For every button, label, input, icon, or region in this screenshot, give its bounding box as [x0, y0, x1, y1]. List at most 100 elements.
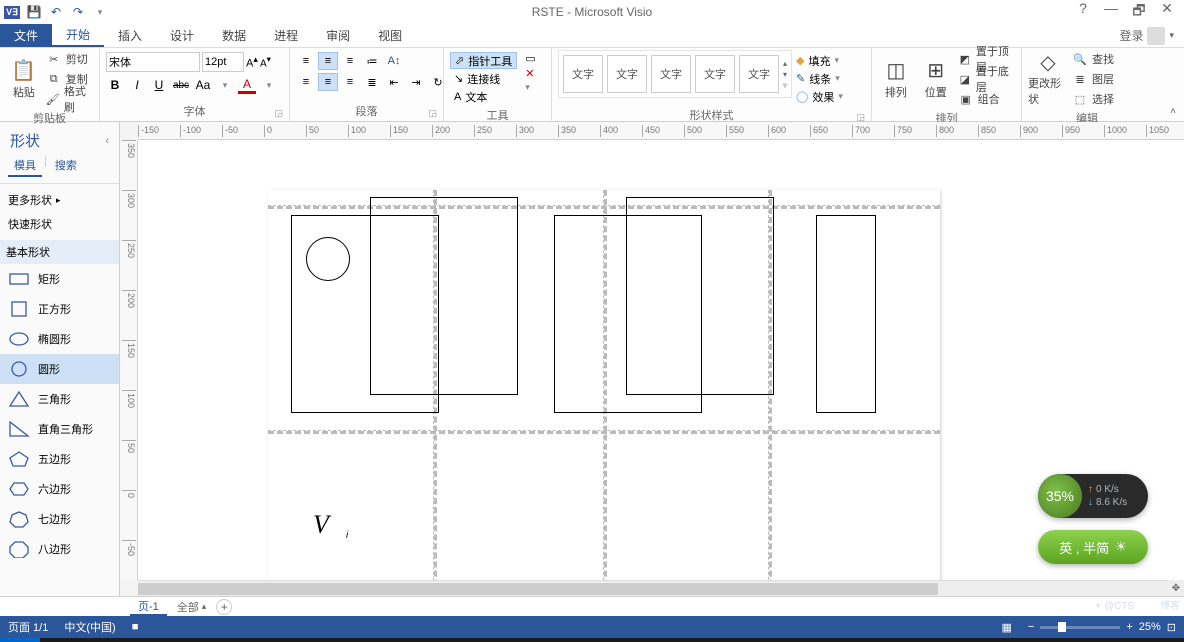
shrink-font-button[interactable]: A▾: [260, 54, 271, 69]
align-left-button[interactable]: ≡: [296, 73, 316, 91]
login-link[interactable]: 登录 ▾: [1109, 24, 1184, 47]
qat-undo-icon[interactable]: ↶: [48, 4, 64, 20]
horizontal-scrollbar[interactable]: ◂ ▸: [138, 580, 1184, 596]
strike-button[interactable]: abc: [172, 76, 190, 94]
layers-button[interactable]: ≣图层: [1072, 70, 1114, 88]
tab-review[interactable]: 审阅: [312, 24, 364, 47]
rect-shape[interactable]: [370, 197, 518, 395]
qat-more-icon[interactable]: ▾: [92, 4, 108, 20]
collapse-panel-icon[interactable]: ‹: [105, 135, 109, 147]
pointer-tool-button[interactable]: ⬀指针工具: [450, 52, 517, 69]
network-widget[interactable]: 35% ↑0 K/s ↓8.6 K/s: [1038, 474, 1148, 518]
shape-style-gallery[interactable]: 文字 文字 文字 文字 文字 ▴ ▾ ▿: [558, 50, 792, 98]
style-item[interactable]: 文字: [739, 55, 779, 93]
change-shape-button[interactable]: ◇更改形状: [1028, 50, 1068, 106]
font-color-button[interactable]: A: [238, 76, 256, 94]
select-button[interactable]: ⬚选择: [1072, 90, 1114, 108]
dialog-launcher-icon[interactable]: ◲: [428, 108, 437, 119]
connector-tool-button[interactable]: ↘连接线: [450, 70, 517, 87]
gallery-up-icon[interactable]: ▴: [783, 59, 787, 68]
cut-button[interactable]: ✂剪切: [46, 50, 93, 68]
shape-list-item[interactable]: 五边形: [0, 444, 119, 474]
rect-shape[interactable]: [816, 215, 876, 413]
tab-view[interactable]: 视图: [364, 24, 416, 47]
align-bottom-button[interactable]: ≡: [340, 52, 360, 70]
shape-list-item[interactable]: 六边形: [0, 474, 119, 504]
change-case-button[interactable]: Aa: [194, 76, 212, 94]
pan-icon[interactable]: ✥: [1168, 580, 1184, 596]
restore-icon[interactable]: 🗗: [1132, 0, 1146, 24]
tool-more-icon[interactable]: ▾: [525, 82, 535, 93]
help-icon[interactable]: ?: [1076, 0, 1090, 24]
gallery-down-icon[interactable]: ▾: [783, 70, 787, 79]
font-size-select[interactable]: [202, 52, 244, 72]
shape-list-item[interactable]: 三角形: [0, 384, 119, 414]
minimize-icon[interactable]: —: [1104, 0, 1118, 24]
gallery-more-icon[interactable]: ▿: [783, 81, 787, 90]
zoom-level[interactable]: 25%: [1139, 621, 1161, 633]
rect-shape[interactable]: [626, 197, 774, 395]
dialog-launcher-icon[interactable]: ◲: [274, 108, 283, 119]
shape-list-item[interactable]: 八边形: [0, 534, 119, 564]
qat-save-icon[interactable]: 💾: [26, 4, 42, 20]
align-top-button[interactable]: ≡: [296, 52, 316, 70]
shape-list-item[interactable]: 椭圆形: [0, 324, 119, 354]
italic-button[interactable]: I: [128, 76, 146, 94]
shape-list-item[interactable]: 矩形: [0, 264, 119, 294]
bold-button[interactable]: B: [106, 76, 124, 94]
find-button[interactable]: 🔍查找: [1072, 50, 1114, 68]
indent-dec-button[interactable]: ⇤: [384, 73, 404, 91]
fit-window-button[interactable]: ⊡: [1167, 621, 1176, 634]
effects-button[interactable]: ◯效果▾: [796, 88, 843, 105]
text-shape[interactable]: V: [313, 510, 329, 540]
align-right-button[interactable]: ≡: [340, 73, 360, 91]
macro-indicator[interactable]: ■: [132, 621, 139, 633]
stencils-tab[interactable]: 模具: [8, 155, 42, 177]
align-middle-button[interactable]: ≡: [318, 52, 338, 70]
presentation-mode-button[interactable]: ▦: [1001, 621, 1011, 634]
add-page-button[interactable]: +: [216, 599, 232, 615]
tab-file[interactable]: 文件: [0, 24, 52, 47]
tab-process[interactable]: 进程: [260, 24, 312, 47]
tab-data[interactable]: 数据: [208, 24, 260, 47]
collapse-ribbon-icon[interactable]: ˄: [1170, 106, 1176, 117]
language-indicator[interactable]: 中文(中国): [64, 619, 115, 635]
all-pages-button[interactable]: 全部▴: [177, 599, 207, 615]
close-icon[interactable]: ✕: [1160, 0, 1174, 24]
align-center-button[interactable]: ≡: [318, 73, 338, 91]
format-painter-button[interactable]: 🖌格式刷: [46, 90, 93, 108]
tab-insert[interactable]: 插入: [104, 24, 156, 47]
shape-list-item[interactable]: 正方形: [0, 294, 119, 324]
bullets-button[interactable]: ≔: [362, 52, 382, 70]
tab-design[interactable]: 设计: [156, 24, 208, 47]
text-direction-button[interactable]: A↕: [384, 52, 404, 70]
arrange-button[interactable]: ◫排列: [878, 50, 914, 106]
style-item[interactable]: 文字: [695, 55, 735, 93]
style-item[interactable]: 文字: [651, 55, 691, 93]
shape-list-item[interactable]: 圆形: [0, 354, 119, 384]
zoom-in-button[interactable]: +: [1126, 621, 1132, 633]
hscroll-thumb[interactable]: [138, 583, 938, 595]
underline-button[interactable]: U: [150, 76, 168, 94]
text-tool-button[interactable]: A文本: [450, 88, 517, 105]
grow-font-button[interactable]: A▴: [246, 54, 258, 70]
zoom-slider[interactable]: [1040, 626, 1120, 629]
zoom-out-button[interactable]: −: [1028, 621, 1034, 633]
position-button[interactable]: ⊞位置: [918, 50, 954, 106]
more-shapes-link[interactable]: 更多形状▸: [6, 188, 113, 212]
page-tab[interactable]: 页-1: [130, 597, 167, 616]
qat-redo-icon[interactable]: ↷: [70, 4, 86, 20]
fill-button[interactable]: ◆填充▾: [796, 52, 843, 69]
shape-list-item[interactable]: 七边形: [0, 504, 119, 534]
shape-category-title[interactable]: 基本形状: [0, 240, 119, 264]
style-item[interactable]: 文字: [563, 55, 603, 93]
line-button[interactable]: ✎线条▾: [796, 70, 843, 87]
style-item[interactable]: 文字: [607, 55, 647, 93]
tab-home[interactable]: 开始: [52, 24, 104, 47]
send-back-button[interactable]: ◪置于底层: [958, 70, 1015, 88]
indent-inc-button[interactable]: ⇥: [406, 73, 426, 91]
group-button[interactable]: ▣组合: [958, 90, 1015, 108]
search-tab[interactable]: 搜索: [49, 155, 83, 177]
quick-shapes-link[interactable]: 快速形状: [6, 212, 113, 236]
x-tool-button[interactable]: ✕: [525, 67, 535, 80]
